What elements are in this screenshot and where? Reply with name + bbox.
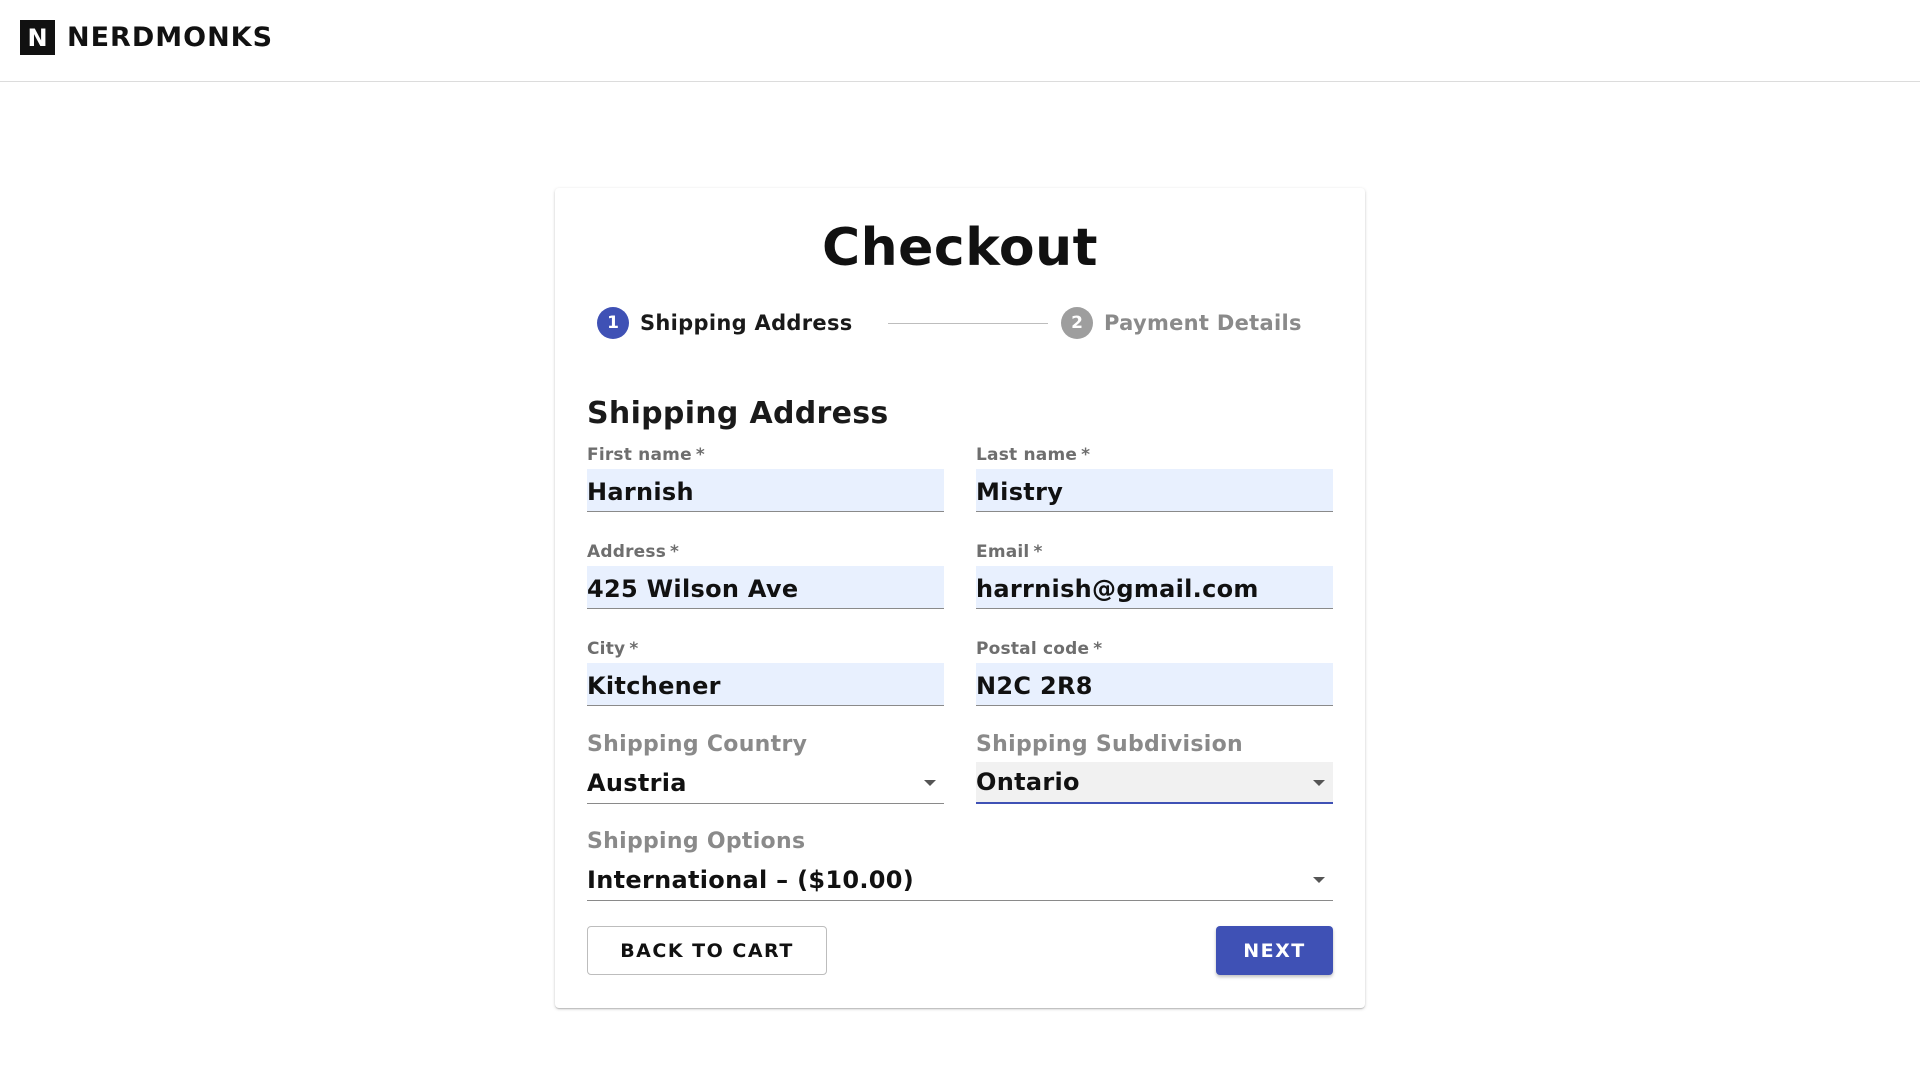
page-title: Checkout [821, 218, 1099, 278]
step-number-badge: 2 [1061, 307, 1093, 339]
field-label: Email * [976, 542, 1043, 562]
section-title: Shipping Address [587, 396, 889, 431]
field-label: Last name * [976, 445, 1091, 465]
shipping-subdivision-select[interactable]: Ontario [976, 762, 1333, 804]
city-input[interactable] [587, 663, 944, 706]
last-name-input[interactable] [976, 469, 1333, 512]
select-label: Shipping Subdivision [976, 732, 1243, 757]
city-field: City * [587, 639, 944, 706]
first-name-field: First name * [587, 445, 944, 512]
dropdown-arrow-icon [1313, 780, 1325, 786]
field-label: Postal code * [976, 639, 1103, 659]
brand-logo[interactable]: N NERDMONKS [20, 20, 273, 55]
postal-code-input[interactable] [976, 663, 1333, 706]
field-label: Address * [587, 542, 680, 562]
address-input[interactable] [587, 566, 944, 609]
dropdown-arrow-icon [1313, 877, 1325, 883]
email-input[interactable] [976, 566, 1333, 609]
shipping-options-field: Shipping Options International – ($10.00… [587, 829, 1333, 901]
shipping-subdivision-field: Shipping Subdivision Ontario [976, 732, 1333, 804]
step-number-badge: 1 [597, 307, 629, 339]
dropdown-arrow-icon [924, 780, 936, 786]
address-field: Address * [587, 542, 944, 609]
shipping-country-field: Shipping Country Austria [587, 732, 944, 804]
logo-mark-icon: N [20, 20, 55, 55]
select-value: Austria [587, 768, 687, 797]
last-name-field: Last name * [976, 445, 1333, 512]
next-button[interactable]: NEXT [1216, 926, 1333, 975]
checkout-card: Checkout 1 Shipping Address 2 Payment De… [555, 188, 1365, 1008]
postal-code-field: Postal code * [976, 639, 1333, 706]
step-label: Shipping Address [640, 311, 853, 335]
field-label: First name * [587, 445, 705, 465]
step-payment-details: 2 Payment Details [1061, 307, 1302, 339]
select-value: International – ($10.00) [587, 865, 915, 894]
email-field: Email * [976, 542, 1333, 609]
brand-name: NERDMONKS [67, 22, 274, 53]
step-shipping-address: 1 Shipping Address [597, 307, 853, 339]
select-label: Shipping Options [587, 829, 806, 854]
first-name-input[interactable] [587, 469, 944, 512]
field-label: City * [587, 639, 639, 659]
top-navbar: N NERDMONKS [0, 0, 1920, 82]
select-value: Ontario [976, 768, 1080, 796]
step-label: Payment Details [1104, 311, 1302, 335]
select-label: Shipping Country [587, 732, 808, 757]
back-to-cart-button[interactable]: BACK TO CART [587, 926, 827, 975]
step-connector [888, 323, 1048, 324]
shipping-country-select[interactable]: Austria [587, 762, 944, 804]
shipping-options-select[interactable]: International – ($10.00) [587, 859, 1333, 901]
